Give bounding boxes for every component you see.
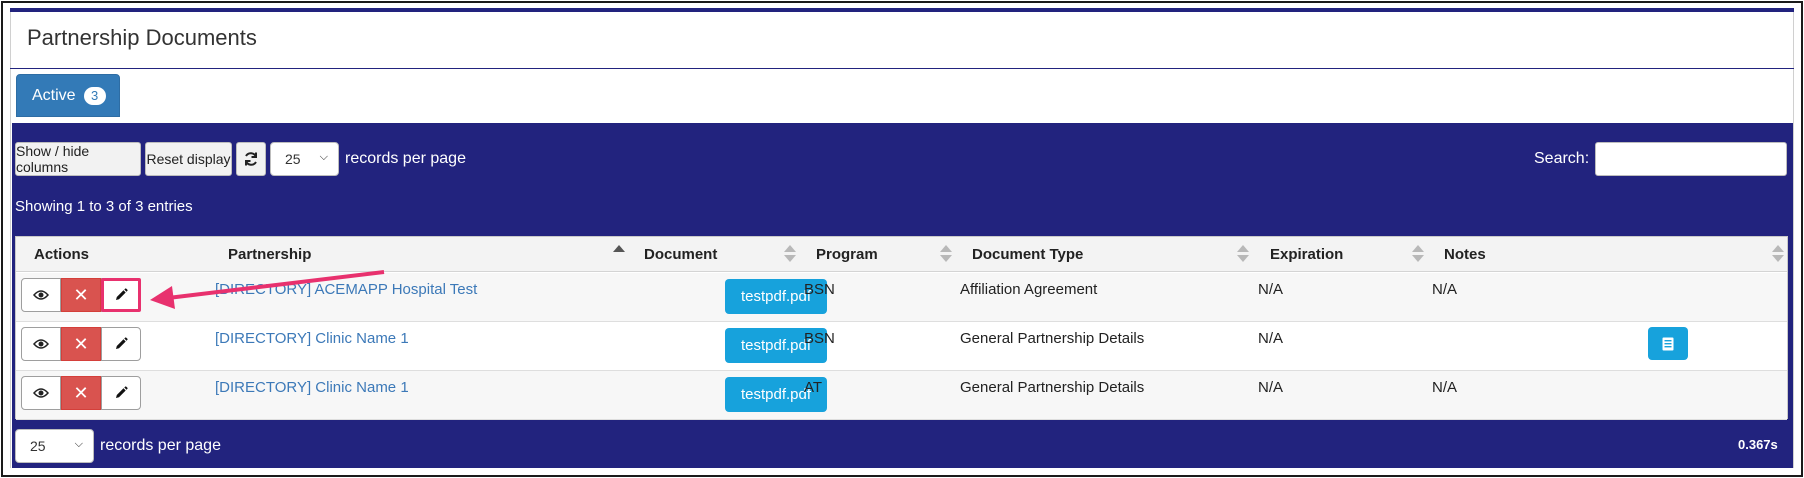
chevron-down-icon: ⌵: [74, 438, 83, 450]
footer-records-per-page-select[interactable]: 25 ⌵: [15, 429, 94, 463]
load-time: 0.367s: [1738, 437, 1778, 452]
annotation-arrow: [150, 270, 385, 309]
footer-records-per-page-value: 25: [30, 438, 46, 454]
footer-records-per-page-label: records per page: [100, 437, 221, 454]
